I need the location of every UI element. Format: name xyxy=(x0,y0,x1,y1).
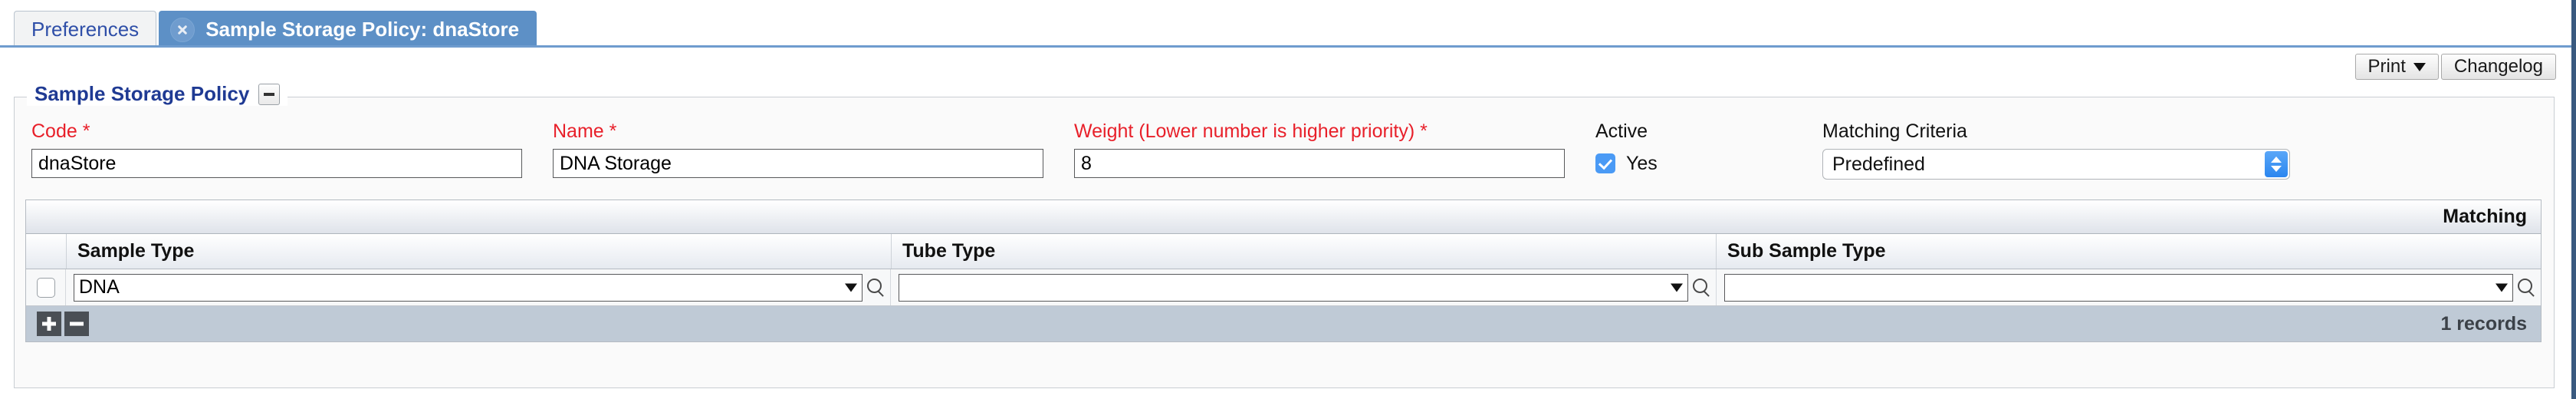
chevron-down-icon[interactable] xyxy=(2495,283,2508,292)
changelog-button[interactable]: Changelog xyxy=(2440,54,2556,80)
grid-toolbar: Matching xyxy=(26,200,2541,234)
policy-form: Code * Name * Weight (Lower number is hi… xyxy=(15,97,2554,180)
active-checkbox[interactable] xyxy=(1595,153,1615,173)
stepper-icon[interactable] xyxy=(2265,151,2288,177)
sample-type-combobox[interactable] xyxy=(74,273,863,302)
matching-criteria-select[interactable]: Predefined xyxy=(1822,149,2290,180)
print-button[interactable]: Print xyxy=(2354,54,2439,80)
matching-criteria-label: Matching Criteria xyxy=(1822,120,1967,142)
plus-icon[interactable] xyxy=(37,312,61,336)
chevron-up-icon xyxy=(2271,157,2282,163)
matching-grid: Matching Sample Type Tube Type Sub Sampl… xyxy=(25,200,2542,342)
code-input[interactable] xyxy=(31,149,522,178)
column-header-sub-sample-type[interactable]: Sub Sample Type xyxy=(1717,234,2541,269)
grid-footer-buttons xyxy=(37,312,89,336)
active-label: Active xyxy=(1595,120,1648,142)
cell-sub-sample-type xyxy=(1717,269,2541,305)
cell-sample-type xyxy=(66,269,892,305)
search-icon[interactable] xyxy=(2516,276,2536,299)
column-header-tube-type[interactable]: Tube Type xyxy=(892,234,1717,269)
changelog-button-label: Changelog xyxy=(2453,56,2543,77)
weight-field-group: Weight (Lower number is higher priority)… xyxy=(1074,122,1565,178)
code-label: Code * xyxy=(31,120,90,142)
page-toolbar: Print Changelog xyxy=(0,48,2571,86)
search-icon[interactable] xyxy=(1691,276,1711,299)
matching-criteria-field-group: Matching Criteria Predefined xyxy=(1822,122,2290,180)
application-window: Preferences Sample Storage Policy: dnaSt… xyxy=(0,0,2576,399)
search-icon[interactable] xyxy=(866,276,886,299)
minus-icon[interactable] xyxy=(258,83,281,105)
code-field-group: Code * xyxy=(31,122,522,178)
tab-preferences-label: Preferences xyxy=(31,18,140,41)
tab-sample-storage-policy-label: Sample Storage Policy: dnaStore xyxy=(205,18,520,41)
print-button-label: Print xyxy=(2367,56,2406,77)
tab-preferences[interactable]: Preferences xyxy=(14,11,157,48)
sub-sample-type-combobox[interactable] xyxy=(1723,273,2513,302)
name-input[interactable] xyxy=(553,149,1043,178)
close-icon[interactable] xyxy=(170,17,196,42)
row-checkbox[interactable] xyxy=(36,277,55,298)
active-field-group: Active Yes xyxy=(1595,122,1802,178)
tab-bar-underline xyxy=(0,45,2571,48)
name-label: Name * xyxy=(553,120,617,142)
chevron-down-icon xyxy=(2271,166,2282,172)
row-select-cell xyxy=(26,269,66,305)
chevron-down-icon[interactable] xyxy=(1670,283,1683,292)
tube-type-combobox[interactable] xyxy=(899,273,1688,302)
active-checkbox-label: Yes xyxy=(1626,152,1658,174)
tube-type-input[interactable] xyxy=(899,274,1687,301)
weight-input[interactable] xyxy=(1074,149,1565,178)
grid-toolbar-label: Matching xyxy=(2443,206,2527,227)
panel-title: Sample Storage Policy xyxy=(34,82,250,105)
minus-icon[interactable] xyxy=(64,312,89,336)
column-header-sample-type[interactable]: Sample Type xyxy=(67,234,892,269)
tab-sample-storage-policy[interactable]: Sample Storage Policy: dnaStore xyxy=(159,11,537,48)
grid-header-row: Sample Type Tube Type Sub Sample Type xyxy=(26,234,2541,269)
active-checkbox-row: Yes xyxy=(1595,149,1802,178)
panel-legend: Sample Storage Policy xyxy=(27,82,288,106)
records-count: 1 records xyxy=(2440,312,2527,335)
name-field-group: Name * xyxy=(553,122,1043,178)
chevron-down-icon xyxy=(2413,62,2426,71)
sub-sample-type-input[interactable] xyxy=(1724,274,2512,301)
tab-bar: Preferences Sample Storage Policy: dnaSt… xyxy=(0,0,2571,48)
chevron-down-icon[interactable] xyxy=(845,283,858,292)
grid-header-select-all-cell[interactable] xyxy=(26,234,67,269)
weight-label: Weight (Lower number is higher priority)… xyxy=(1074,120,1428,142)
cell-tube-type xyxy=(891,269,1717,305)
sample-storage-policy-panel: Sample Storage Policy Code * Name * Weig… xyxy=(14,82,2555,388)
grid-footer: 1 records xyxy=(26,306,2541,341)
table-row xyxy=(26,269,2541,306)
matching-criteria-value: Predefined xyxy=(1832,153,1925,175)
sample-type-input[interactable] xyxy=(74,274,863,301)
